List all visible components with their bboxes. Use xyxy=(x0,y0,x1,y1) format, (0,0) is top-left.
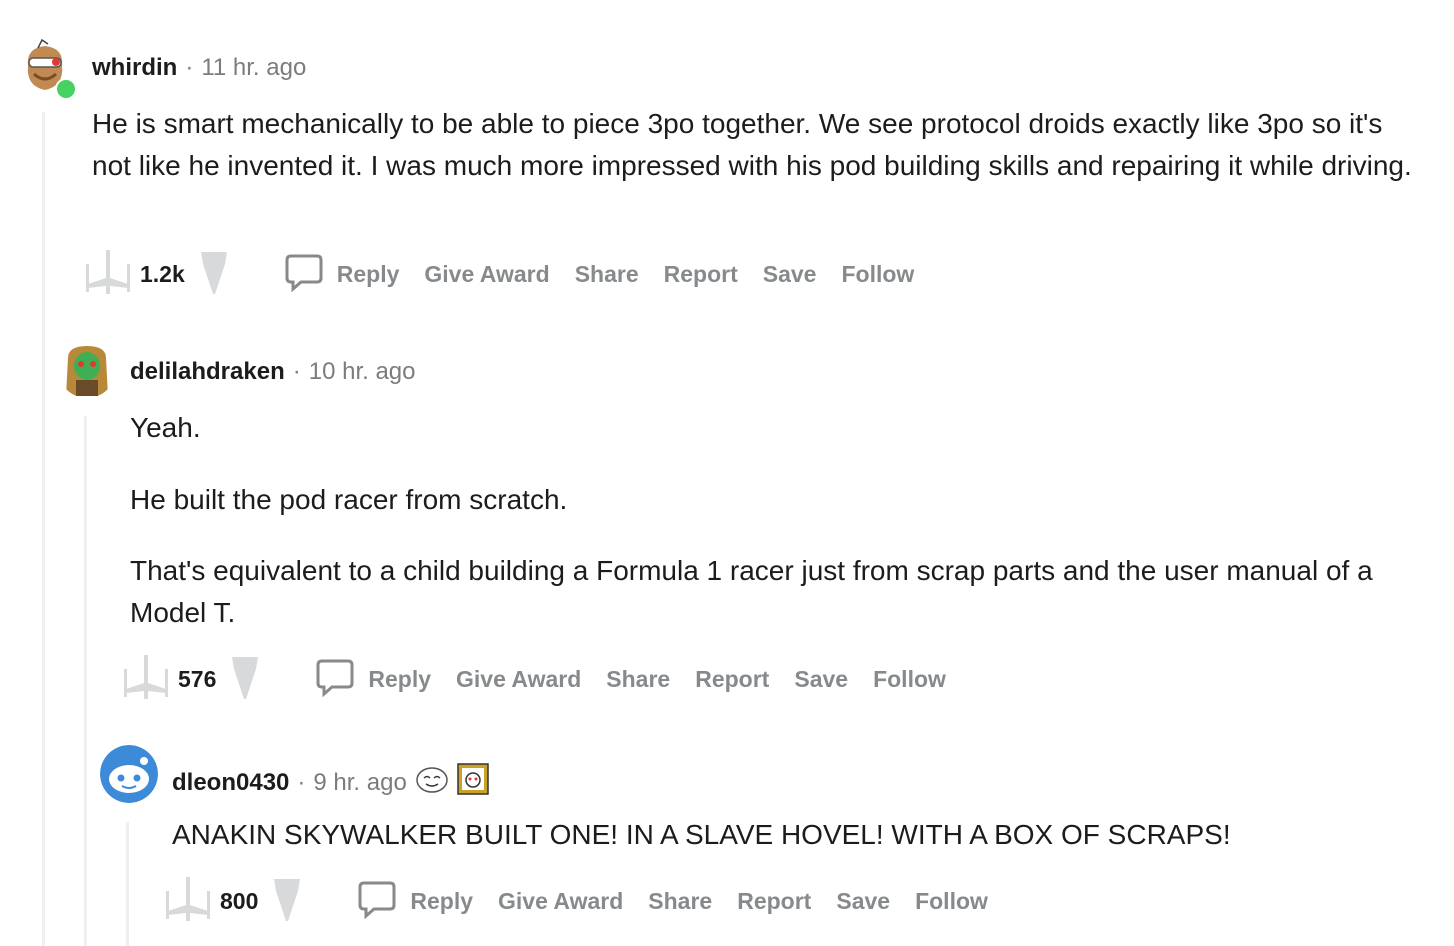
comment-actions: 576 Reply Give Award Share Report Save F… xyxy=(124,653,946,706)
award-emoji-icon[interactable] xyxy=(415,764,449,801)
meta-separator: · xyxy=(297,768,306,796)
comment-paragraph: That's equivalent to a child building a … xyxy=(130,555,1373,628)
reply-button[interactable]: Reply xyxy=(316,657,431,702)
share-button[interactable]: Share xyxy=(606,666,670,693)
report-button[interactable]: Report xyxy=(695,666,769,693)
reply-button[interactable]: Reply xyxy=(285,252,400,297)
save-button[interactable]: Save xyxy=(794,666,848,693)
comment-body: ANAKIN SKYWALKER BUILT ONE! IN A SLAVE H… xyxy=(172,814,1422,856)
give-award-button[interactable]: Give Award xyxy=(456,666,581,693)
comment-bubble-icon xyxy=(285,252,323,297)
share-button[interactable]: Share xyxy=(575,261,639,288)
comment-actions: 800 Reply Give Award Share Report Save F… xyxy=(166,875,988,928)
user-avatar[interactable] xyxy=(100,745,158,803)
downvote-icon[interactable] xyxy=(199,248,229,301)
comment-body: He is smart mechanically to be able to p… xyxy=(92,103,1422,187)
vote-group: 800 xyxy=(166,875,302,928)
reply-label: Reply xyxy=(368,665,432,692)
comment-paragraph: ANAKIN SKYWALKER BUILT ONE! IN A SLAVE H… xyxy=(172,819,1231,850)
comment-bubble-icon xyxy=(358,879,396,924)
save-button[interactable]: Save xyxy=(763,261,817,288)
comment-meta: whirdin · 11 hr. ago xyxy=(92,54,306,82)
avatar-image xyxy=(58,340,116,398)
comment-paragraph: He built the pod racer from scratch. xyxy=(130,484,568,515)
share-button[interactable]: Share xyxy=(648,888,712,915)
comment-paragraph: Yeah. xyxy=(130,412,201,443)
comment-timestamp[interactable]: 11 hr. ago xyxy=(201,54,306,82)
reply-label: Reply xyxy=(336,260,400,287)
vote-score: 576 xyxy=(178,665,217,692)
report-button[interactable]: Report xyxy=(737,888,811,915)
comment-meta: delilahdraken · 10 hr. ago xyxy=(130,358,416,386)
upvote-icon[interactable] xyxy=(166,875,210,928)
thread-line[interactable] xyxy=(42,112,45,946)
username-link[interactable]: delilahdraken xyxy=(130,358,285,386)
vote-score: 1.2k xyxy=(140,260,185,287)
comment-timestamp[interactable]: 10 hr. ago xyxy=(309,358,416,386)
thread-line[interactable] xyxy=(126,822,129,946)
vote-group: 576 xyxy=(124,653,260,706)
comment-timestamp[interactable]: 9 hr. ago xyxy=(313,769,406,797)
meta-separator: · xyxy=(185,54,194,81)
report-button[interactable]: Report xyxy=(664,261,738,288)
vote-score: 800 xyxy=(220,887,259,914)
downvote-icon[interactable] xyxy=(272,875,302,928)
username-link[interactable]: dleon0430 xyxy=(172,769,289,797)
comment-bubble-icon xyxy=(316,657,354,702)
give-award-button[interactable]: Give Award xyxy=(424,261,549,288)
upvote-icon[interactable] xyxy=(86,248,130,301)
give-award-button[interactable]: Give Award xyxy=(498,888,623,915)
award-badge-icon[interactable] xyxy=(457,763,489,802)
comment-paragraph: He is smart mechanically to be able to p… xyxy=(92,108,1412,181)
online-status-dot xyxy=(55,78,77,100)
comment-meta: dleon0430 · 9 hr. ago xyxy=(172,763,489,802)
upvote-icon[interactable] xyxy=(124,653,168,706)
downvote-icon[interactable] xyxy=(230,653,260,706)
user-avatar[interactable] xyxy=(58,340,116,398)
meta-separator: · xyxy=(292,358,301,385)
thread-line[interactable] xyxy=(84,416,87,946)
save-button[interactable]: Save xyxy=(836,888,890,915)
vote-group: 1.2k xyxy=(86,248,229,301)
follow-button[interactable]: Follow xyxy=(873,666,946,693)
comment-body: Yeah. He built the pod racer from scratc… xyxy=(130,407,1420,634)
username-link[interactable]: whirdin xyxy=(92,54,177,82)
follow-button[interactable]: Follow xyxy=(841,261,914,288)
follow-button[interactable]: Follow xyxy=(915,888,988,915)
comment-actions: 1.2k Reply Give Award Share Report Save … xyxy=(86,248,914,301)
reply-label: Reply xyxy=(410,887,474,914)
reply-button[interactable]: Reply xyxy=(358,879,473,924)
avatar-image xyxy=(100,745,158,803)
